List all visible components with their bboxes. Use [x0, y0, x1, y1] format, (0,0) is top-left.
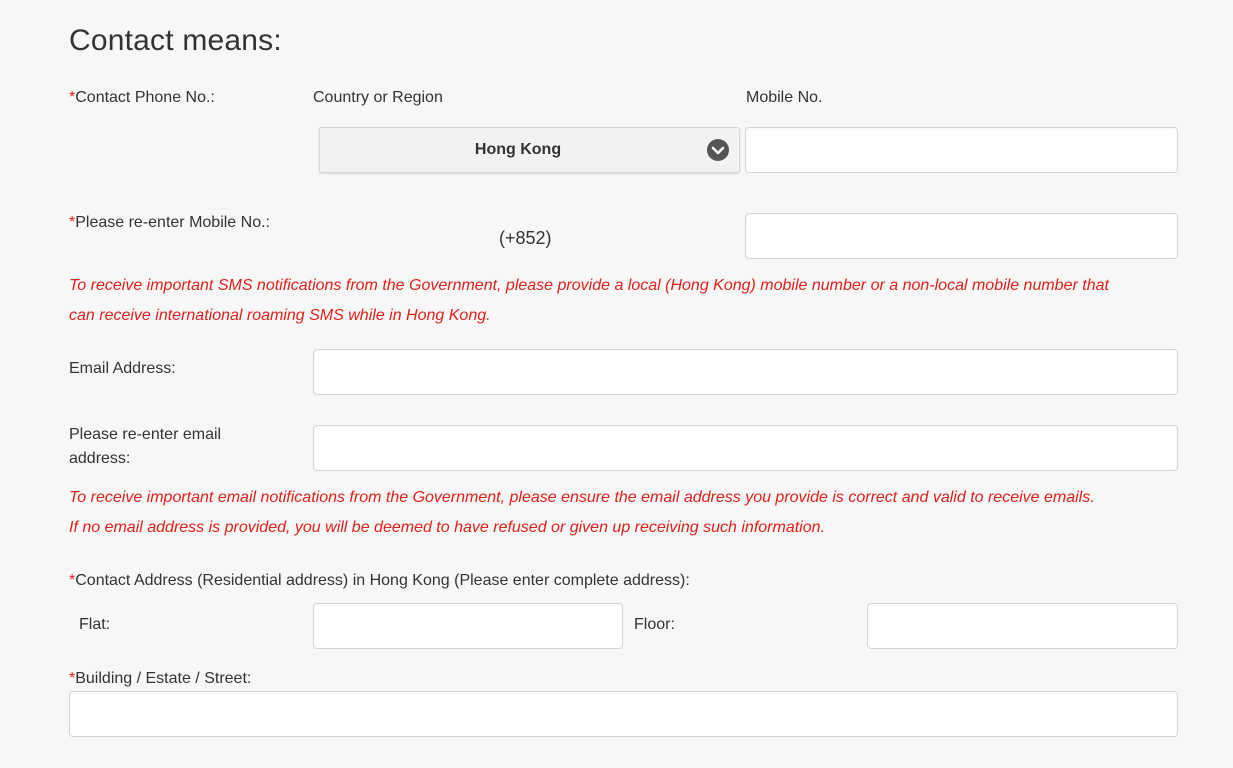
country-region-select[interactable]: Hong Kong	[319, 127, 740, 173]
reenter-email-input[interactable]	[313, 425, 1178, 471]
contact-phone-label: *Contact Phone No.:	[69, 89, 215, 106]
floor-input[interactable]	[867, 603, 1178, 649]
country-code-prefix: (+852)	[499, 228, 552, 248]
country-selected-value: Hong Kong	[474, 141, 562, 158]
reenter-mobile-input[interactable]	[745, 213, 1178, 259]
building-input[interactable]	[69, 691, 1178, 737]
email-notice: To receive important email notifications…	[69, 489, 1095, 536]
floor-label: Floor:	[634, 616, 675, 633]
mobile-no-input[interactable]	[745, 127, 1178, 173]
country-region-header: Country or Region	[313, 89, 443, 106]
reenter-mobile-label: *Please re-enter Mobile No.:	[69, 214, 270, 231]
sms-notice: To receive important SMS notifications f…	[69, 277, 1109, 324]
building-label: *Building / Estate / Street:	[69, 670, 252, 687]
email-label: Email Address:	[69, 360, 176, 377]
flat-input[interactable]	[313, 603, 623, 649]
mobile-no-header: Mobile No.	[746, 89, 823, 106]
contact-address-label: *Contact Address (Residential address) i…	[69, 572, 690, 589]
section-title: Contact means:	[69, 24, 282, 57]
chevron-down-icon	[707, 139, 729, 161]
contact-means-form: Contact means: *Contact Phone No.: Count…	[0, 0, 1233, 768]
email-input[interactable]	[313, 349, 1178, 395]
flat-label: Flat:	[79, 616, 111, 633]
reenter-email-label: Please re-enter email address:	[69, 426, 222, 467]
